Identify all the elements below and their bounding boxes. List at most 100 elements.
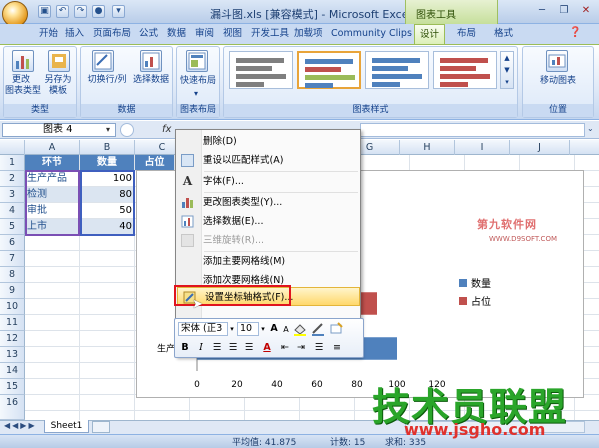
chart-format-icon[interactable] <box>329 322 343 341</box>
tab-add-ins[interactable]: 加载项 <box>289 24 328 44</box>
function-icon[interactable]: fx <box>162 124 171 135</box>
row-header[interactable]: 14 <box>0 363 25 379</box>
tab-review[interactable]: 审阅 <box>190 24 219 44</box>
status-count: 计数: 15 <box>330 438 366 448</box>
align-left-icon[interactable]: ☰ <box>227 341 239 355</box>
row-header[interactable]: 2 <box>0 171 25 187</box>
tab-developer[interactable]: 开发工具 <box>246 24 294 44</box>
menu-item-add-major-gridlines[interactable]: 添加主要网格线(M) <box>176 252 360 271</box>
record-icon[interactable]: ● <box>92 5 105 18</box>
numbering-icon[interactable]: ≡ <box>331 341 343 355</box>
row-header[interactable]: 9 <box>0 283 25 299</box>
font-icon: A <box>182 174 193 188</box>
minimize-icon[interactable]: ─ <box>531 4 553 19</box>
column-header[interactable]: H <box>400 140 455 155</box>
column-header[interactable]: J <box>510 140 570 155</box>
sheet-tab-sheet1[interactable]: Sheet1 <box>44 420 89 433</box>
row-header[interactable]: 12 <box>0 331 25 347</box>
row-header[interactable]: 11 <box>0 315 25 331</box>
name-box[interactable]: 图表 4 <box>2 123 116 137</box>
save-icon[interactable]: ▣ <box>38 5 51 18</box>
sheet-nav-icon[interactable]: ◀◀▶▶ <box>4 421 37 430</box>
menu-item-change-chart-type[interactable]: 更改图表类型(Y)... <box>176 193 360 212</box>
line-color-icon[interactable] <box>311 322 325 341</box>
save-as-template-button[interactable]: 另存为 模板 <box>40 75 76 97</box>
row-header[interactable]: 15 <box>0 379 25 395</box>
tab-insert[interactable]: 插入 <box>60 24 89 44</box>
chart-style-4[interactable] <box>433 51 497 89</box>
font-name-combo[interactable]: 宋体 (正3 <box>178 322 228 336</box>
bold-button[interactable]: B <box>179 341 191 355</box>
redo-icon[interactable]: ↷ <box>74 5 87 18</box>
tab-format[interactable]: 格式 <box>489 24 518 44</box>
change-chart-type-button[interactable]: 更改 图表类型 <box>5 75 41 97</box>
select-data-button[interactable]: 选择数据 <box>130 75 172 86</box>
increase-indent-icon[interactable]: ⇥ <box>295 341 307 355</box>
tab-formulas[interactable]: 公式 <box>134 24 163 44</box>
decrease-indent-icon[interactable]: ⇤ <box>279 341 291 355</box>
bullets-icon[interactable]: ☰ <box>313 341 325 355</box>
menu-item-font[interactable]: A 字体(F)... <box>176 172 360 191</box>
switch-row-column-button[interactable]: 切换行/列 <box>84 75 130 86</box>
category-range-highlight <box>25 170 80 236</box>
grow-font-icon[interactable]: A <box>268 322 280 336</box>
row-header[interactable]: 10 <box>0 299 25 315</box>
row-header[interactable]: 1 <box>0 155 25 171</box>
column-header[interactable]: I <box>455 140 510 155</box>
font-size-dropdown-icon[interactable]: ▾ <box>259 322 267 336</box>
chart-tools-context-title: 图表工具 <box>405 0 498 24</box>
insert-sheet-icon[interactable] <box>92 421 110 433</box>
table-header-cell[interactable]: 环节 <box>25 155 80 171</box>
align-center-icon[interactable]: ☰ <box>211 341 223 355</box>
column-header[interactable]: A <box>25 140 80 155</box>
menu-item-delete[interactable]: 删除(D) <box>176 132 360 151</box>
move-chart-button[interactable]: 移动图表 <box>526 76 590 87</box>
qat-customize-icon[interactable]: ▾ <box>112 5 125 18</box>
font-size-combo[interactable]: 10 <box>237 322 259 336</box>
chart-style-1[interactable] <box>229 51 293 89</box>
shrink-font-icon[interactable]: A <box>281 323 291 337</box>
menu-item-reset-style[interactable]: 重设以匹配样式(A) <box>176 151 360 170</box>
formula-expand-icon[interactable]: ⌄ <box>587 124 594 133</box>
move-chart-icon <box>546 50 568 72</box>
row-header[interactable]: 6 <box>0 235 25 251</box>
tab-design[interactable]: 设计 <box>414 24 445 44</box>
tab-page-layout[interactable]: 页面布局 <box>88 24 136 44</box>
table-header-cell[interactable]: 数量 <box>80 155 135 171</box>
font-name-dropdown-icon[interactable]: ▾ <box>228 322 236 336</box>
quick-layout-button[interactable]: 快速布局 <box>178 76 218 87</box>
name-box-dropdown-icon[interactable]: ▾ <box>106 125 110 134</box>
row-header[interactable]: 5 <box>0 219 25 235</box>
quick-layout-dropdown-icon[interactable]: ▾ <box>194 89 198 98</box>
table-header-cell[interactable]: 占位 <box>135 155 175 171</box>
tab-community-clips[interactable]: Community Clips <box>326 24 417 44</box>
menu-item-select-data[interactable]: 选择数据(E)... <box>176 212 360 231</box>
row-header[interactable]: 4 <box>0 203 25 219</box>
help-icon[interactable]: ❓ <box>569 27 581 38</box>
rotate-3d-icon <box>181 234 194 247</box>
fill-color-icon[interactable] <box>293 322 307 341</box>
formula-input[interactable] <box>360 123 585 137</box>
row-header[interactable]: 16 <box>0 395 25 420</box>
undo-icon[interactable]: ↶ <box>56 5 69 18</box>
row-header[interactable]: 3 <box>0 187 25 203</box>
row-header[interactable]: 7 <box>0 251 25 267</box>
watermark-bottom-url: www.jsgho.com <box>404 420 546 439</box>
chart-styles-scroll[interactable]: ▲ ▼ ▾ <box>500 51 514 89</box>
tab-data[interactable]: 数据 <box>162 24 191 44</box>
select-all[interactable] <box>0 140 25 155</box>
formula-cancel-icon[interactable] <box>120 123 134 137</box>
row-header[interactable]: 8 <box>0 267 25 283</box>
close-icon[interactable]: ✕ <box>575 4 597 19</box>
tab-home[interactable]: 开始 <box>34 24 63 44</box>
italic-button[interactable]: I <box>195 341 207 355</box>
tab-layout[interactable]: 布局 <box>452 24 481 44</box>
tab-view[interactable]: 视图 <box>218 24 247 44</box>
chart-style-3[interactable] <box>365 51 429 89</box>
chart-style-2-selected[interactable] <box>297 51 361 89</box>
restore-icon[interactable]: ❐ <box>553 4 575 19</box>
column-header[interactable]: B <box>80 140 135 155</box>
row-header[interactable]: 13 <box>0 347 25 363</box>
font-color-icon[interactable]: A <box>261 341 273 355</box>
align-right-icon[interactable]: ☰ <box>243 341 255 355</box>
